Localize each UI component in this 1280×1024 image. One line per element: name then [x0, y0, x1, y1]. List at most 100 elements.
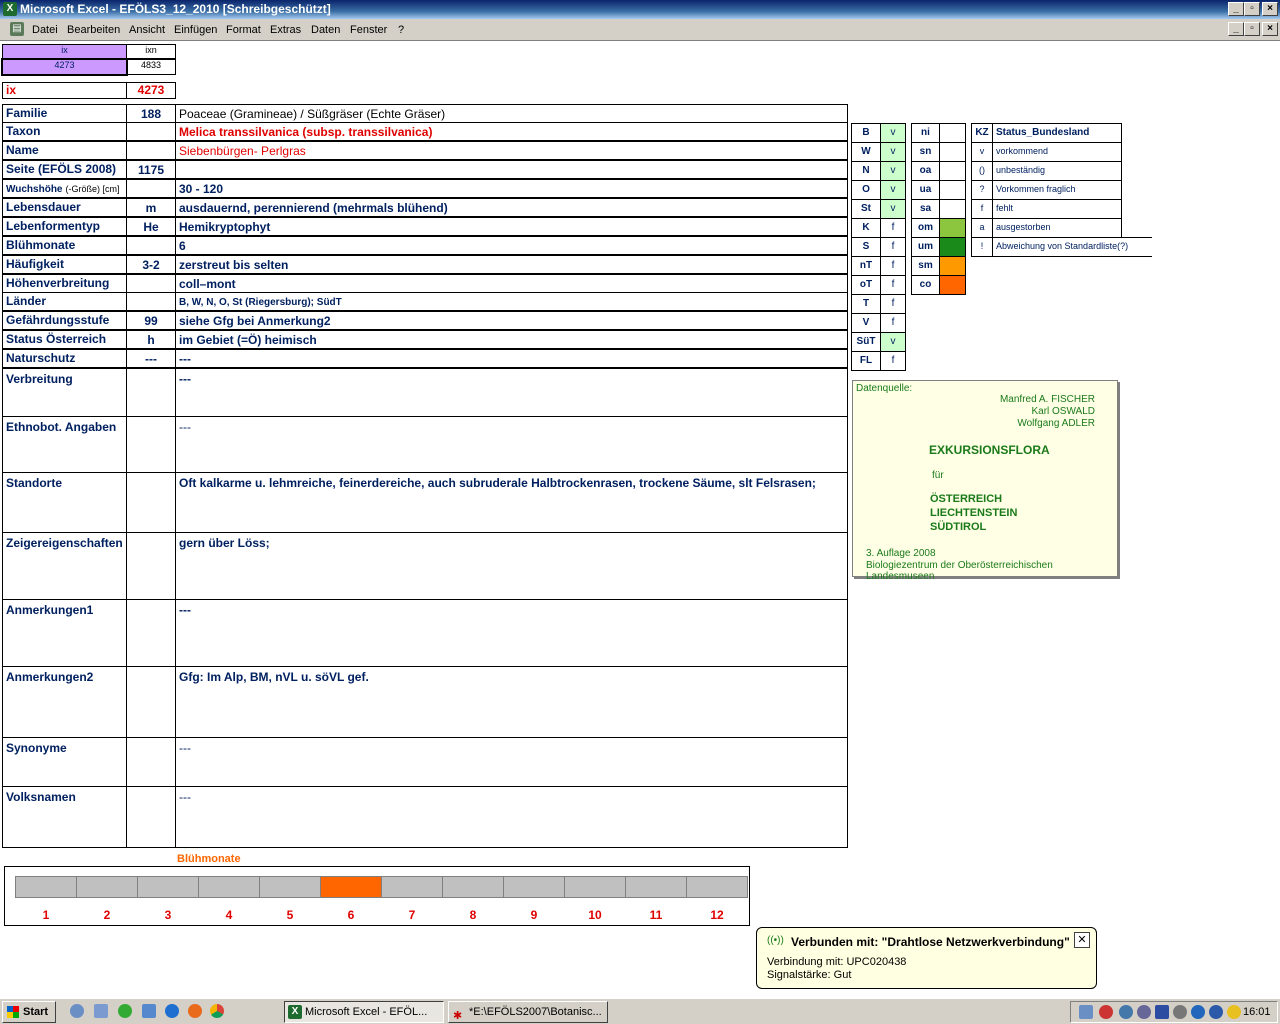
- tray-network-icon[interactable]: [1079, 1005, 1093, 1019]
- row-value-10[interactable]: B, W, N, O, St (Riegersburg); SüdT: [175, 292, 848, 311]
- tall-code-7[interactable]: [126, 786, 176, 848]
- tray-info-icon[interactable]: [1191, 1005, 1205, 1019]
- row-code-8[interactable]: 3-2: [126, 255, 176, 274]
- media-player-icon[interactable]: [118, 1004, 132, 1018]
- row-value-5[interactable]: ausdauernd, perennierend (mehrmals blühe…: [175, 198, 848, 217]
- state-status-6[interactable]: f: [880, 237, 906, 257]
- row-code-0[interactable]: 188: [126, 104, 176, 123]
- row-value-8[interactable]: zerstreut bis selten: [175, 255, 848, 274]
- start-button[interactable]: Start: [2, 1001, 56, 1023]
- tall-value-7[interactable]: ---: [175, 786, 848, 848]
- row-code-11[interactable]: 99: [126, 311, 176, 330]
- row-code-13[interactable]: ---: [126, 349, 176, 368]
- balloon-line2: Signalstärke: Gut: [767, 969, 852, 981]
- tall-code-3[interactable]: [126, 532, 176, 600]
- maximize-button[interactable]: ▫: [1244, 2, 1260, 16]
- state-status-12[interactable]: f: [880, 351, 906, 371]
- excel-icon[interactable]: X: [3, 2, 17, 16]
- state-status-3[interactable]: v: [880, 180, 906, 200]
- network-balloon[interactable]: ((•)) Verbunden mit: "Drahtlose Netzwerk…: [756, 927, 1097, 989]
- state-status-1[interactable]: v: [880, 142, 906, 162]
- tray-app-icon[interactable]: [1173, 1005, 1187, 1019]
- tall-code-6[interactable]: [126, 737, 176, 787]
- doc-minimize-button[interactable]: _: [1228, 22, 1244, 36]
- tray-warning-icon[interactable]: [1227, 1005, 1241, 1019]
- taskbar-botanik[interactable]: ✱ *E:\EFÖLS2007\Botanisc...: [448, 1001, 608, 1023]
- state-status-7[interactable]: f: [880, 256, 906, 276]
- tall-value-0[interactable]: ---: [175, 368, 848, 417]
- row-code-4[interactable]: [126, 179, 176, 198]
- ix-value-cell[interactable]: 4273: [1, 58, 128, 76]
- row-value-11[interactable]: siehe Gfg bei Anmerkung2: [175, 311, 848, 330]
- tray-device-icon[interactable]: [1137, 1005, 1151, 1019]
- row-value-13[interactable]: ---: [175, 349, 848, 368]
- menu-ansicht[interactable]: Ansicht: [129, 24, 165, 36]
- menu-help[interactable]: ?: [398, 24, 404, 36]
- doc-restore-button[interactable]: ▫: [1244, 22, 1260, 36]
- tall-value-3[interactable]: gern über Löss;: [175, 532, 848, 600]
- tall-value-6[interactable]: ---: [175, 737, 848, 787]
- menu-datei[interactable]: Datei: [32, 24, 58, 36]
- row-value-12[interactable]: im Gebiet (=Ö) heimisch: [175, 330, 848, 349]
- tall-code-0[interactable]: [126, 368, 176, 417]
- row-code-9[interactable]: [126, 274, 176, 293]
- menu-fenster[interactable]: Fenster: [350, 24, 387, 36]
- row-value-0[interactable]: Poaceae (Gramineae) / Süßgräser (Echte G…: [175, 104, 848, 123]
- show-desktop-icon[interactable]: [70, 1004, 84, 1018]
- tall-value-2[interactable]: Oft kalkarme u. lehmreiche, feinerdereic…: [175, 472, 848, 533]
- tall-code-1[interactable]: [126, 416, 176, 473]
- row-code-12[interactable]: h: [126, 330, 176, 349]
- tall-value-4[interactable]: ---: [175, 599, 848, 667]
- row-code-10[interactable]: [126, 292, 176, 311]
- menu-bearbeiten[interactable]: Bearbeiten: [67, 24, 120, 36]
- network-icon[interactable]: [142, 1004, 156, 1018]
- tray-search-icon[interactable]: [1119, 1005, 1133, 1019]
- row-code-1[interactable]: [126, 122, 176, 141]
- state-status-11[interactable]: v: [880, 332, 906, 352]
- row-code-3[interactable]: 1175: [126, 160, 176, 179]
- firefox-icon[interactable]: [188, 1004, 202, 1018]
- minimize-button[interactable]: _: [1228, 2, 1244, 16]
- row-value-3[interactable]: [175, 160, 848, 179]
- internet-explorer-icon[interactable]: [165, 1004, 179, 1018]
- state-status-9[interactable]: f: [880, 294, 906, 314]
- row-value-7[interactable]: 6: [175, 236, 848, 255]
- state-status-2[interactable]: v: [880, 161, 906, 181]
- state-status-4[interactable]: v: [880, 199, 906, 219]
- row-value-1[interactable]: Melica transsilvanica (subsp. transsilva…: [175, 122, 848, 141]
- month-label-2: 2: [103, 908, 111, 922]
- doc-close-button[interactable]: ×: [1262, 22, 1278, 36]
- state-status-0[interactable]: v: [880, 123, 906, 143]
- tall-value-1[interactable]: ---: [175, 416, 848, 473]
- row-value-2[interactable]: Siebenbürgen- Perlgras: [175, 141, 848, 160]
- state-status-10[interactable]: f: [880, 313, 906, 333]
- tray-update-icon[interactable]: [1209, 1005, 1223, 1019]
- menu-extras[interactable]: Extras: [270, 24, 301, 36]
- tray-security-icon[interactable]: [1099, 1005, 1113, 1019]
- tall-code-4[interactable]: [126, 599, 176, 667]
- tray-shield-icon[interactable]: [1155, 1005, 1169, 1019]
- close-button[interactable]: ×: [1262, 2, 1278, 16]
- row-value-6[interactable]: Hemikryptophyt: [175, 217, 848, 236]
- menu-format[interactable]: Format: [226, 24, 261, 36]
- tall-value-5[interactable]: Gfg: Im Alp, BM, nVL u. söVL gef.: [175, 666, 848, 738]
- row-code-7[interactable]: [126, 236, 176, 255]
- row-value-9[interactable]: coll–mont: [175, 274, 848, 293]
- row-code-2[interactable]: [126, 141, 176, 160]
- menu-einfuegen[interactable]: Einfügen: [174, 24, 217, 36]
- row-code-5[interactable]: m: [126, 198, 176, 217]
- ixn-value-cell[interactable]: 4833: [126, 59, 176, 75]
- row-code-6[interactable]: He: [126, 217, 176, 236]
- row-value-4[interactable]: 30 - 120: [175, 179, 848, 198]
- chrome-icon[interactable]: [210, 1004, 224, 1018]
- ix-value2-cell[interactable]: 4273: [126, 82, 176, 99]
- taskbar-excel[interactable]: X Microsoft Excel - EFÖL...: [284, 1001, 444, 1023]
- tall-code-2[interactable]: [126, 472, 176, 533]
- document-icon[interactable]: ▤: [10, 22, 24, 36]
- state-status-8[interactable]: f: [880, 275, 906, 295]
- balloon-close-button[interactable]: ✕: [1074, 932, 1090, 948]
- explorer-icon[interactable]: [94, 1004, 108, 1018]
- menu-daten[interactable]: Daten: [311, 24, 340, 36]
- state-status-5[interactable]: f: [880, 218, 906, 238]
- tall-code-5[interactable]: [126, 666, 176, 738]
